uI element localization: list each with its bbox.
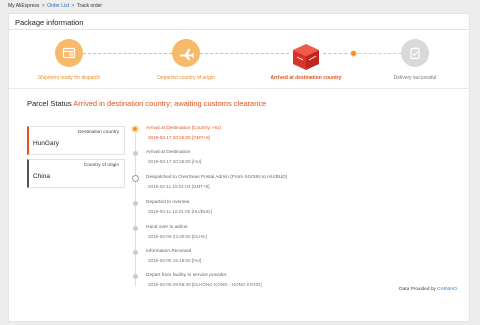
breadcrumb-order-list-link[interactable]: Order List (47, 3, 69, 9)
airplane-icon (172, 39, 200, 67)
breadcrumb-home[interactable]: My AliExpress (8, 3, 39, 9)
progress-line (200, 53, 289, 54)
event-time: 2019-03-11 16:01:00 [HU/BUD] (148, 209, 212, 214)
origin-country-label: Country of origin (83, 163, 119, 168)
event-description: Arrival at Destination (146, 150, 191, 155)
breadcrumb: My AliExpress > Order List > Track order (8, 3, 102, 9)
step-label-arrived: Arrived at destination country (270, 75, 342, 81)
breadcrumb-current: Track order (76, 3, 103, 9)
timeline-current-marker (131, 125, 139, 133)
destination-country-value: HunGary (33, 140, 60, 147)
timeline-milestone-marker (132, 175, 139, 182)
package-icon (55, 39, 83, 67)
event-description: Hand over to airline. (146, 225, 189, 230)
step-label-dispatch: Shipment ready for dispatch (37, 75, 101, 81)
current-progress-dot (350, 50, 357, 57)
breadcrumb-separator: > (71, 3, 75, 9)
event-description: Information Received (146, 249, 192, 254)
global-order-badge: Global Order (292, 40, 317, 45)
origin-country-box: Country of origin China (27, 159, 125, 188)
package-info-header: Package information (8, 13, 470, 30)
data-provider-label: Data Provided by (399, 287, 436, 292)
event-time: 2019-03-17 20:25:00 [HU] (148, 159, 202, 164)
cainiao-link[interactable]: CAINIAO (437, 287, 457, 292)
clipboard-check-icon (401, 39, 429, 67)
progress-line (83, 53, 172, 54)
breadcrumb-separator: > (41, 3, 45, 9)
timeline-marker (133, 226, 138, 231)
timeline-marker (133, 151, 138, 156)
data-provider: Data Provided by CAINIAO (399, 287, 457, 292)
timeline-marker (133, 274, 138, 279)
event-description: Despatched to OverSeas Postal Admin (Fro… (146, 175, 288, 180)
event-time: 2019-03-06 23:30:00 [DLHK] (148, 234, 207, 239)
destination-country-box: Destination country HunGary (27, 126, 125, 155)
event-time: 2019-03-06 15:18:00 [HU] (148, 258, 202, 263)
progress-line-pending (359, 53, 401, 54)
tracking-progress: Shipment ready for dispatch Departed cou… (8, 30, 470, 88)
step-label-delivered: Delivery successful (393, 75, 437, 81)
event-description: Departed to oversea (146, 200, 190, 205)
origin-country-value: China (33, 173, 50, 180)
event-time: 2019-03-06 09:58:39 [DLHONG KONG - HONG … (148, 282, 262, 287)
tracking-details: Parcel Status Arrived in destination cou… (8, 88, 470, 322)
timeline-marker (133, 250, 138, 255)
event-time: 2019-03-17 20:25:00 [GMT+8] (148, 135, 210, 140)
step-label-departed: Departed country of origin (157, 75, 215, 81)
destination-country-label: Destination country (77, 130, 119, 135)
event-description: Arrival at Destination [Country: HU] (146, 126, 221, 131)
parcel-status: Parcel Status Arrived in destination cou… (27, 99, 266, 108)
parcel-status-label: Parcel Status (27, 99, 72, 108)
page-title: Package information (15, 18, 84, 27)
parcel-status-text: Arrived in destination country; awaiting… (73, 99, 267, 108)
event-description: Depart from facility to service provider… (146, 273, 228, 278)
event-time: 2019-03-11 16:01:03 [GMT+8] (148, 184, 210, 189)
timeline-marker (133, 201, 138, 206)
